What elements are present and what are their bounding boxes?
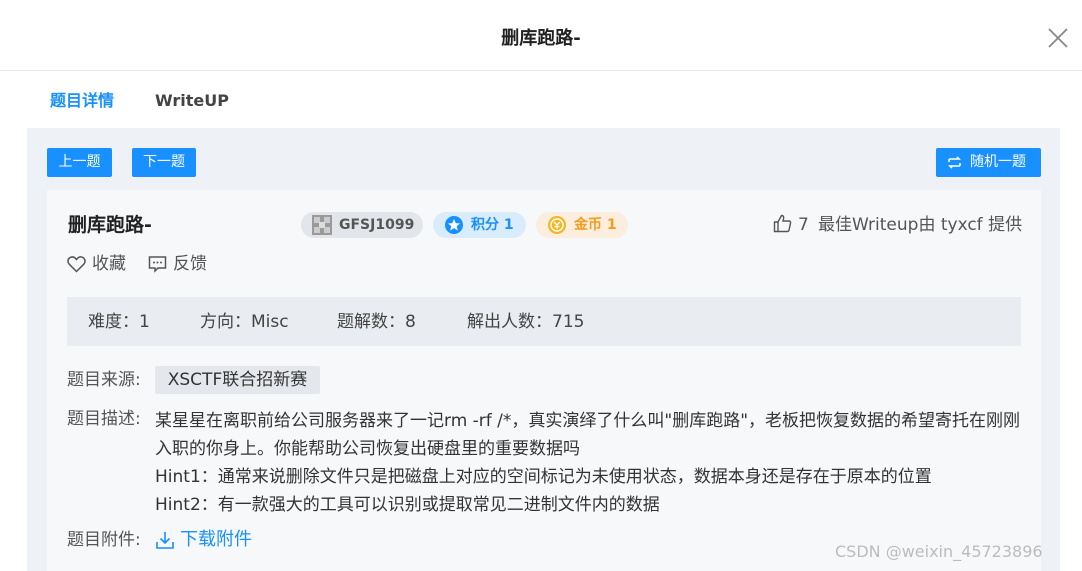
difficulty-stat: 难度：1 <box>88 312 150 332</box>
challenge-description: 某星星在离职前给公司服务器来了一记rm -rf /*，真实演绎了什么叫"删库跑路… <box>155 407 1027 519</box>
favorite-button[interactable]: 收藏 <box>67 252 132 276</box>
challenge-id-text: GFSJ1099 <box>339 217 415 233</box>
hint-1: Hint1：通常来说删除文件只是把磁盘上对应的空间标记为未使用状态，数据本身还是… <box>155 467 932 487</box>
tab-writeup[interactable]: WriteUP <box>137 80 247 128</box>
random-challenge-button[interactable]: 随机一题 <box>936 148 1041 177</box>
challenge-title: 删库跑路- <box>68 214 152 236</box>
challenge-id-badge: GFSJ1099 <box>301 212 423 238</box>
score-text: 积分 1 <box>471 217 514 233</box>
direction-stat: 方向：Misc <box>200 312 289 332</box>
coin-badge: 金币 1 <box>536 212 628 238</box>
random-challenge-label: 随机一题 <box>970 154 1026 170</box>
feedback-icon <box>148 256 167 273</box>
score-icon <box>445 216 463 234</box>
close-icon[interactable] <box>1047 27 1069 49</box>
download-icon <box>156 532 174 549</box>
download-label: 下载附件 <box>180 529 252 550</box>
hint-2: Hint2：有一款强大的工具可以识别或提取常见二进制文件内的数据 <box>155 495 660 515</box>
heart-icon <box>67 256 86 273</box>
description-text: 某星星在离职前给公司服务器来了一记rm -rf /*，真实演绎了什么叫"删库跑路… <box>155 411 1021 459</box>
stats-bar: 难度：1 方向：Misc 题解数：8 解出人数：715 <box>67 297 1021 346</box>
prev-challenge-button[interactable]: 上一题 <box>47 148 112 177</box>
solves-stat: 题解数：8 <box>337 312 416 332</box>
thumbs-up-icon[interactable] <box>773 214 792 233</box>
modal-title: 删库跑路- <box>501 28 581 49</box>
modal-header: 删库跑路- <box>0 0 1082 71</box>
attachment-label: 题目附件: <box>67 530 141 550</box>
score-badge: 积分 1 <box>433 212 526 238</box>
favorite-label: 收藏 <box>92 254 126 274</box>
shuffle-icon <box>948 156 961 169</box>
coin-text: 金币 1 <box>574 217 617 233</box>
description-label: 题目描述: <box>67 409 141 429</box>
solvers-stat: 解出人数：715 <box>467 312 585 332</box>
source-tag[interactable]: XSCTF联合招新赛 <box>155 366 320 394</box>
source-label: 题目来源: <box>67 370 141 390</box>
avatar-icon <box>312 215 332 235</box>
watermark: CSDN @weixin_45723896 <box>835 542 1043 561</box>
tab-challenge-details[interactable]: 题目详情 <box>27 80 137 130</box>
feedback-button[interactable]: 反馈 <box>148 252 213 276</box>
coin-icon <box>548 216 566 234</box>
next-challenge-button[interactable]: 下一题 <box>132 148 196 177</box>
best-writeup-text: 最佳Writeup由 tyxcf 提供 <box>818 215 1023 235</box>
feedback-label: 反馈 <box>173 254 207 274</box>
like-count: 7 <box>798 215 809 235</box>
